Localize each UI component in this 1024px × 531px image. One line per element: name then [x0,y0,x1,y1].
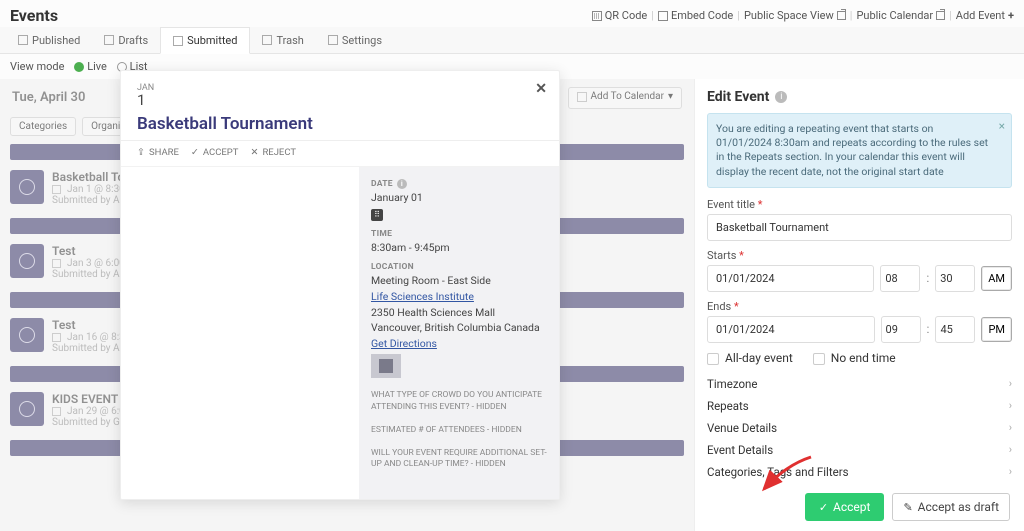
section-event-details[interactable]: Event Details› [707,439,1012,461]
date-label: DATE i [371,179,547,189]
embed-code-link[interactable]: Embed Code [658,9,733,22]
calendar-icon [52,333,61,342]
qr-code-link[interactable]: QR Code [592,9,648,22]
day-heading: Tue, April 30 [12,90,85,105]
external-link-icon [837,11,846,20]
header-links: QR Code | Embed Code | Public Space View… [592,9,1014,22]
location-street: 2350 Health Sciences Mall [371,306,547,320]
calendar-icon [577,92,587,102]
venue-link[interactable]: Life Sciences Institute [371,290,474,303]
event-thumbnail [10,318,44,352]
modal-date: JAN 1 [137,83,543,108]
starts-hour-input[interactable] [880,265,920,292]
calendar-icon [52,407,61,416]
location-thumbnail [371,354,401,378]
tab-drafts[interactable]: Drafts [92,27,160,53]
location-room: Meeting Room - East Side [371,274,547,288]
ends-ampm-toggle[interactable]: PM [981,317,1012,342]
page-title: Events [10,6,58,25]
view-mode-label: View mode [10,60,64,73]
event-thumbnail [10,244,44,278]
allday-checkbox[interactable]: All-day event [707,351,793,365]
public-calendar-link[interactable]: Public Calendar [856,9,945,22]
accept-button[interactable]: Accept [805,493,885,521]
section-categories[interactable]: Categories, Tags and Filters› [707,461,1012,482]
starts-ampm-toggle[interactable]: AM [981,266,1012,291]
location-label: LOCATION [371,262,547,272]
event-title-input[interactable] [707,214,1012,241]
starts-date-input[interactable] [707,265,874,292]
doc-icon [104,35,114,45]
ends-minute-input[interactable] [935,316,975,343]
section-list: Timezone› Repeats› Venue Details› Event … [707,373,1012,482]
checkbox-icon [813,353,825,365]
qa-setup: WILL YOUR EVENT REQUIRE ADDITIONAL SET-U… [371,448,547,470]
chevron-right-icon: › [1009,399,1012,412]
add-event-link[interactable]: Add Event + [956,9,1014,22]
share-icon: ⇪ [137,147,145,158]
noendtime-checkbox[interactable]: No end time [813,351,896,365]
time-value: 8:30am - 9:45pm [371,241,547,255]
starts-minute-input[interactable] [935,265,975,292]
x-icon: ✕ [250,147,258,158]
gear-icon [328,35,338,45]
add-to-calendar-button[interactable]: Add To Calendar▾ [568,87,682,109]
section-repeats[interactable]: Repeats› [707,395,1012,417]
close-icon[interactable]: ✕ [535,81,547,97]
modal-title: Basketball Tournament [137,114,543,134]
code-icon [658,11,668,21]
info-icon[interactable]: i [397,179,407,189]
ends-label: Ends * [707,300,1012,313]
tabs: Published Drafts Submitted Trash Setting… [0,27,1024,54]
reject-action[interactable]: ✕REJECT [250,147,296,158]
chevron-right-icon: › [1009,421,1012,434]
chevron-right-icon: › [1009,377,1012,390]
accept-as-draft-button[interactable]: Accept as draft [892,493,1010,521]
event-thumbnail [10,170,44,204]
starts-label: Starts * [707,249,1012,262]
chevron-right-icon: › [1009,465,1012,478]
tab-trash[interactable]: Trash [250,27,315,53]
qa-attendees: ESTIMATED # OF ATTENDEES - HIDDEN [371,425,547,436]
plus-icon: + [1008,9,1014,22]
time-label: TIME [371,229,547,239]
ends-date-input[interactable] [707,316,875,343]
calendar-icon [52,185,61,194]
trash-icon [262,35,272,45]
ends-hour-input[interactable] [881,316,921,343]
date-value: January 01 [371,191,547,205]
event-modal: JAN 1 Basketball Tournament ✕ ⇪SHARE ✓AC… [120,70,560,500]
event-thumbnail [10,392,44,426]
tab-settings[interactable]: Settings [316,27,394,53]
check-icon: ✓ [191,147,199,158]
edit-heading: Edit Event [707,89,769,105]
qr-icon [592,11,602,21]
accept-action[interactable]: ✓ACCEPT [191,147,239,158]
checkbox-icon [707,353,719,365]
doc-icon [173,36,183,46]
tab-published[interactable]: Published [6,27,92,53]
calendar-icon [52,259,61,268]
radio-selected-icon [74,62,84,72]
public-space-link[interactable]: Public Space View [744,9,846,22]
section-venue[interactable]: Venue Details› [707,417,1012,439]
chevron-right-icon: › [1009,443,1012,456]
filter-categories[interactable]: Categories [10,117,76,136]
section-timezone[interactable]: Timezone› [707,373,1012,395]
view-mode-live[interactable]: Live [74,60,106,73]
tab-submitted[interactable]: Submitted [160,27,250,54]
directions-link[interactable]: Get Directions [371,337,437,350]
doc-icon [18,35,28,45]
qa-crowd: WHAT TYPE OF CROWD DO YOU ANTICIPATE ATT… [371,390,547,412]
repeating-notice: You are editing a repeating event that s… [707,113,1012,188]
share-action[interactable]: ⇪SHARE [137,147,179,158]
close-icon[interactable]: × [999,118,1005,134]
info-icon[interactable]: i [775,91,787,103]
external-link-icon [936,11,945,20]
event-title-label: Event title * [707,198,1012,211]
social-icon[interactable]: ⠿ [371,209,383,221]
chevron-down-icon: ▾ [668,91,673,102]
edit-panel: Edit Event i You are editing a repeating… [694,79,1024,531]
location-city: Vancouver, British Columbia Canada [371,321,547,335]
